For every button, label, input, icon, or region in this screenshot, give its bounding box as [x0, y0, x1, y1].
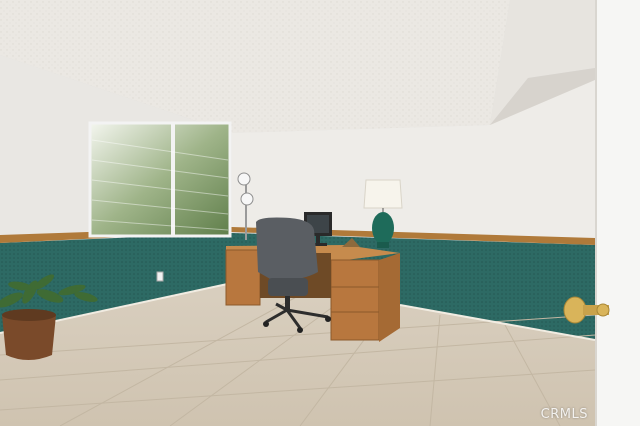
room-photo: CRMLS — [0, 0, 640, 426]
wall-outlet — [156, 271, 164, 282]
door-handle — [563, 296, 587, 324]
room-illustration — [0, 0, 640, 426]
window — [88, 121, 232, 238]
watermark: CRMLS — [540, 407, 588, 422]
